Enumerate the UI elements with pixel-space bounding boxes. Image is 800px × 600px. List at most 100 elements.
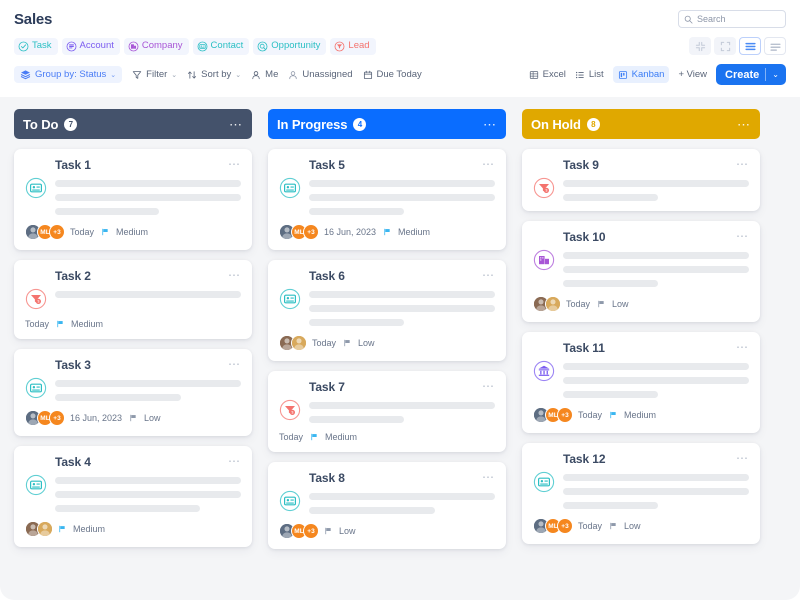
card-menu-button[interactable]: ⋯ bbox=[482, 471, 495, 483]
card-type-badge: $ bbox=[25, 288, 47, 310]
me-filter-button[interactable]: Me bbox=[251, 69, 278, 80]
column-header[interactable]: In Progress 4 ⋯ bbox=[268, 109, 506, 139]
card-footer: ML +3 Low bbox=[279, 523, 495, 539]
chip-account[interactable]: Account bbox=[61, 37, 120, 55]
avatar[interactable] bbox=[545, 296, 561, 312]
avatar-group[interactable]: ML +3 bbox=[25, 410, 65, 426]
avatar-group[interactable] bbox=[533, 296, 561, 312]
avatar-overflow-count[interactable]: +3 bbox=[557, 518, 573, 534]
kanban-view-button[interactable]: Kanban bbox=[612, 66, 670, 83]
card-menu-button[interactable]: ⋯ bbox=[736, 452, 749, 464]
card-meta: Today Low bbox=[578, 521, 641, 531]
create-button[interactable]: Create ⌄ bbox=[716, 64, 786, 85]
avatar[interactable] bbox=[291, 335, 307, 351]
lead-icon: $ bbox=[25, 288, 47, 310]
card-header: Task 11 ⋯ bbox=[533, 341, 749, 355]
sort-arrows-icon bbox=[188, 70, 197, 79]
kanban-view-label: Kanban bbox=[631, 69, 665, 80]
task-card[interactable]: Task 11 ⋯ ML +3 Today Medium bbox=[522, 332, 760, 433]
card-footer: Today Low bbox=[533, 296, 749, 312]
card-body: $ bbox=[25, 288, 241, 310]
task-card[interactable]: Task 1 ⋯ ML +3 Today Medium bbox=[14, 149, 252, 250]
chip-company[interactable]: Company bbox=[123, 37, 189, 55]
card-menu-button[interactable]: ⋯ bbox=[482, 158, 495, 170]
card-title: Task 2 bbox=[55, 269, 91, 283]
card-header: Task 1 ⋯ bbox=[25, 158, 241, 172]
task-card[interactable]: Task 5 ⋯ ML +3 16 Jun, 2023 Medium bbox=[268, 149, 506, 250]
excel-view-button[interactable]: Excel bbox=[529, 69, 566, 80]
task-card[interactable]: Task 3 ⋯ ML +3 16 Jun, 2023 Low bbox=[14, 349, 252, 436]
chip-lead[interactable]: Lead bbox=[330, 37, 376, 55]
column-menu-button[interactable]: ⋯ bbox=[229, 118, 243, 131]
sort-by-button[interactable]: Sort by ⌄ bbox=[187, 69, 241, 80]
comfortable-rows-button[interactable] bbox=[739, 37, 761, 55]
avatar-overflow-count[interactable]: +3 bbox=[303, 224, 319, 240]
skeleton-line bbox=[55, 291, 241, 298]
skeleton-line bbox=[309, 507, 436, 514]
card-menu-button[interactable]: ⋯ bbox=[482, 380, 495, 392]
avatar-overflow-count[interactable]: +3 bbox=[49, 224, 65, 240]
avatar-group[interactable]: ML +3 bbox=[25, 224, 65, 240]
card-menu-button[interactable]: ⋯ bbox=[228, 358, 241, 370]
skeleton-line bbox=[309, 305, 495, 312]
avatar-group[interactable] bbox=[279, 335, 307, 351]
chip-opportunity[interactable]: Opportunity bbox=[253, 37, 327, 55]
card-due-date: Today bbox=[312, 338, 337, 348]
chip-lead-label: Lead bbox=[348, 40, 370, 52]
task-card[interactable]: Task 7 ⋯ $ Today Medium bbox=[268, 371, 506, 452]
card-priority: Low bbox=[358, 338, 375, 348]
compact-rows-button[interactable] bbox=[764, 37, 786, 55]
avatar-group[interactable]: ML +3 bbox=[533, 518, 573, 534]
collapse-view-button[interactable] bbox=[689, 37, 711, 55]
card-description-placeholder bbox=[55, 377, 241, 401]
avatar-group[interactable]: ML +3 bbox=[279, 523, 319, 539]
avatar-group[interactable]: ML +3 bbox=[533, 407, 573, 423]
avatar[interactable] bbox=[37, 521, 53, 537]
contact-icon bbox=[533, 471, 555, 493]
search-input[interactable]: Search bbox=[678, 10, 786, 28]
card-menu-button[interactable]: ⋯ bbox=[736, 230, 749, 242]
task-card[interactable]: Task 9 ⋯ $ bbox=[522, 149, 760, 211]
card-menu-button[interactable]: ⋯ bbox=[736, 158, 749, 170]
priority-flag-icon bbox=[610, 411, 616, 419]
list-view-button[interactable]: List bbox=[575, 69, 604, 80]
group-by-button[interactable]: Group by: Status ⌄ bbox=[14, 66, 123, 83]
chip-contact[interactable]: Contact bbox=[192, 37, 250, 55]
card-menu-button[interactable]: ⋯ bbox=[228, 269, 241, 281]
chip-task[interactable]: Task bbox=[14, 37, 58, 55]
column-header[interactable]: On Hold 8 ⋯ bbox=[522, 109, 760, 139]
task-card[interactable]: Task 2 ⋯ $ Today Medium bbox=[14, 260, 252, 339]
skeleton-line bbox=[55, 194, 241, 201]
task-card[interactable]: Task 6 ⋯ Today Low bbox=[268, 260, 506, 361]
skeleton-line bbox=[55, 491, 241, 498]
due-today-filter-button[interactable]: Due Today bbox=[363, 69, 422, 80]
unassigned-filter-button[interactable]: Unassigned bbox=[288, 69, 353, 80]
title-row: Sales Search bbox=[14, 10, 786, 28]
card-body bbox=[279, 177, 495, 215]
task-card[interactable]: Task 8 ⋯ ML +3 Low bbox=[268, 462, 506, 549]
column-title: On Hold bbox=[531, 116, 581, 132]
column-menu-button[interactable]: ⋯ bbox=[737, 118, 751, 131]
avatar-group[interactable]: ML +3 bbox=[279, 224, 319, 240]
task-card[interactable]: Task 12 ⋯ ML +3 Today Low bbox=[522, 443, 760, 544]
filter-button[interactable]: Filter ⌄ bbox=[132, 69, 177, 80]
card-menu-button[interactable]: ⋯ bbox=[228, 455, 241, 467]
card-menu-button[interactable]: ⋯ bbox=[228, 158, 241, 170]
card-menu-button[interactable]: ⋯ bbox=[736, 341, 749, 353]
avatar-overflow-count[interactable]: +3 bbox=[49, 410, 65, 426]
card-menu-button[interactable]: ⋯ bbox=[482, 269, 495, 281]
card-title: Task 3 bbox=[55, 358, 91, 372]
expand-view-button[interactable] bbox=[714, 37, 736, 55]
column-menu-button[interactable]: ⋯ bbox=[483, 118, 497, 131]
column-header[interactable]: To Do 7 ⋯ bbox=[14, 109, 252, 139]
avatar-overflow-count[interactable]: +3 bbox=[303, 523, 319, 539]
task-card[interactable]: Task 10 ⋯ Today Low bbox=[522, 221, 760, 322]
add-view-button[interactable]: + View bbox=[678, 69, 707, 80]
sort-by-label: Sort by bbox=[201, 69, 232, 80]
task-card[interactable]: Task 4 ⋯ Medium bbox=[14, 446, 252, 547]
card-header: Task 12 ⋯ bbox=[533, 452, 749, 466]
priority-flag-icon bbox=[344, 339, 350, 347]
avatar-overflow-count[interactable]: +3 bbox=[557, 407, 573, 423]
avatar-group[interactable] bbox=[25, 521, 53, 537]
card-type-badge bbox=[279, 288, 301, 310]
